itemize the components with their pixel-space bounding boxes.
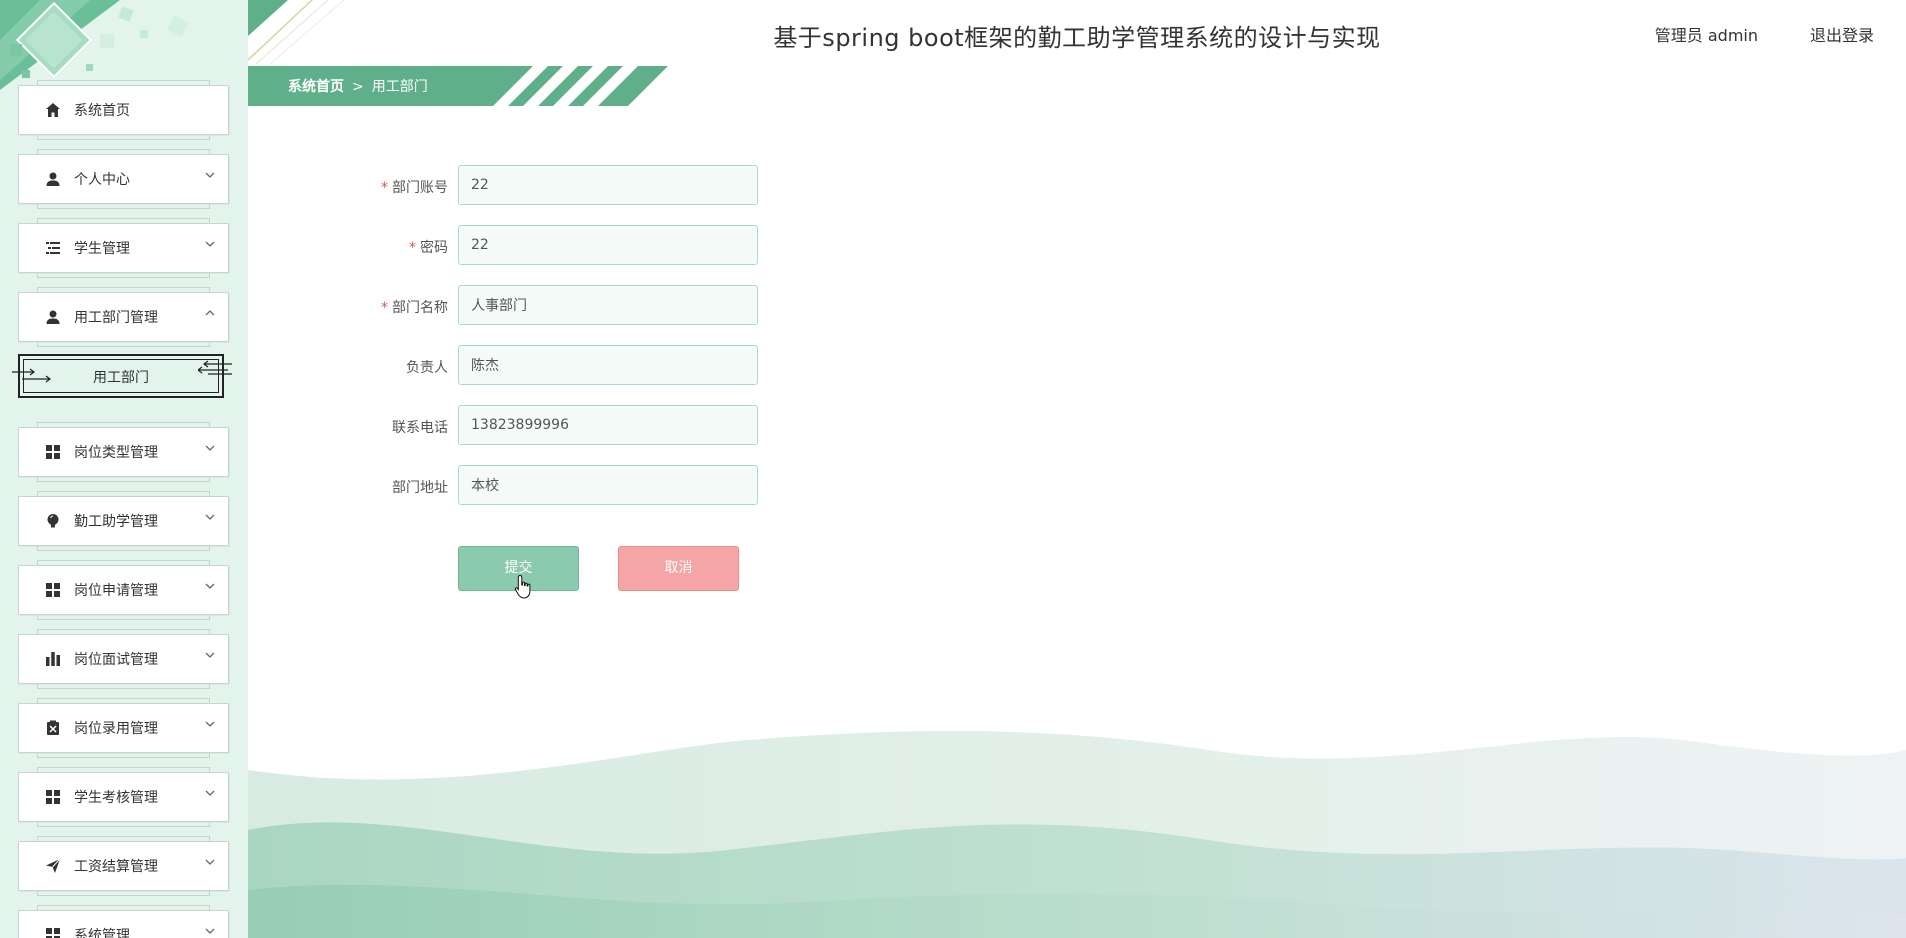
form-row-department-name: * 部门名称	[248, 285, 848, 327]
logout-link[interactable]: 退出登录	[1810, 22, 1874, 46]
clipboard-icon	[47, 720, 59, 735]
chevron-down-icon	[205, 241, 215, 247]
address-field[interactable]	[458, 465, 758, 505]
form-row-manager: 负责人	[248, 345, 848, 387]
form-row-password: * 密码	[248, 225, 848, 267]
sidebar-item-label: 个人中心	[74, 172, 130, 188]
field-label-text: 部门名称	[392, 300, 448, 316]
sidebar-item-hiring-management[interactable]: 岗位录用管理	[18, 698, 229, 758]
bulb-icon	[47, 514, 59, 528]
sidebar-item-label: 系统首页	[74, 103, 130, 119]
sidebar-item-label: 工资结算管理	[74, 859, 158, 875]
user-icon	[46, 310, 60, 324]
field-label-text: 部门账号	[392, 180, 448, 196]
sidebar-item-home[interactable]: 系统首页	[18, 80, 229, 140]
form-row-address: 部门地址	[248, 465, 848, 507]
sidebar-item-label: 岗位申请管理	[74, 583, 158, 599]
user-info: 管理员 admin	[1654, 26, 1758, 45]
form-row-account: * 部门账号	[248, 165, 848, 207]
sidebar-item-department-management[interactable]: 用工部门管理	[18, 287, 229, 347]
breadcrumb-home-link[interactable]: 系统首页	[288, 79, 344, 95]
chevron-down-icon	[205, 928, 215, 934]
required-mark: *	[381, 300, 388, 316]
sidebar-item-label: 岗位类型管理	[74, 445, 158, 461]
header: 基于spring boot框架的勤工助学管理系统的设计与实现 管理员 admin…	[248, 0, 1906, 64]
grid-icon	[46, 928, 60, 938]
home-icon	[46, 103, 60, 117]
field-label-text: 密码	[420, 240, 448, 256]
form-row-phone: 联系电话	[248, 405, 848, 447]
manager-field[interactable]	[458, 345, 758, 385]
chevron-up-icon	[205, 310, 215, 316]
sidebar-item-job-type-management[interactable]: 岗位类型管理	[18, 422, 229, 482]
sidebar-item-student-management[interactable]: 学生管理	[18, 218, 229, 278]
grid-icon	[46, 445, 60, 459]
field-label-account: * 部门账号	[381, 177, 448, 197]
hand-cursor-icon	[514, 574, 531, 599]
sidebar-item-label: 学生管理	[74, 241, 130, 257]
chevron-down-icon	[205, 172, 215, 178]
field-label-address: 部门地址	[392, 480, 448, 496]
chevron-down-icon	[205, 514, 215, 520]
cancel-button[interactable]: 取消	[618, 546, 739, 591]
wave-decoration	[248, 730, 1906, 938]
breadcrumb-separator: >	[352, 79, 364, 95]
sidebar-item-label: 岗位录用管理	[74, 721, 158, 737]
sidebar-item-label: 学生考核管理	[74, 790, 158, 806]
bar-chart-icon	[46, 652, 60, 666]
field-label-manager: 负责人	[406, 360, 448, 376]
password-field[interactable]	[458, 225, 758, 265]
required-mark: *	[409, 240, 416, 256]
sidebar: 系统首页 个人中心 学生管理 用工部门管理 用工部门 岗位类型管理 勤工助学管理	[0, 0, 248, 938]
sidebar-item-label: 用工部门管理	[74, 310, 158, 326]
list-icon	[46, 242, 60, 254]
grid-icon	[46, 583, 60, 597]
account-field[interactable]	[458, 165, 758, 205]
breadcrumb-text: 系统首页 > 用工部门	[288, 76, 428, 96]
sidebar-item-job-application-management[interactable]: 岗位申请管理	[18, 560, 229, 620]
sidebar-item-personal-center[interactable]: 个人中心	[18, 149, 229, 209]
field-label-phone: 联系电话	[392, 420, 448, 436]
chevron-down-icon	[205, 652, 215, 658]
sidebar-item-work-study-management[interactable]: 勤工助学管理	[18, 491, 229, 551]
breadcrumb: 系统首页 > 用工部门	[248, 66, 668, 106]
breadcrumb-current: 用工部门	[371, 79, 428, 95]
field-label-password: * 密码	[409, 237, 448, 257]
chevron-down-icon	[205, 859, 215, 865]
required-mark: *	[381, 180, 388, 196]
sidebar-item-assessment-management[interactable]: 学生考核管理	[18, 767, 229, 827]
sidebar-item-system-management[interactable]: 系统管理	[18, 905, 229, 938]
chevron-down-icon	[205, 583, 215, 589]
sidebar-item-label: 勤工助学管理	[74, 514, 158, 530]
sidebar-item-salary-management[interactable]: 工资结算管理	[18, 836, 229, 896]
sidebar-item-label: 岗位面试管理	[74, 652, 158, 668]
grid-icon	[46, 790, 60, 804]
arrow-left-icon	[198, 360, 232, 375]
department-name-field[interactable]	[458, 285, 758, 325]
sidebar-item-interview-management[interactable]: 岗位面试管理	[18, 629, 229, 689]
send-icon	[46, 858, 61, 873]
sidebar-item-label: 系统管理	[74, 928, 130, 938]
user-icon	[46, 172, 60, 186]
phone-field[interactable]	[458, 405, 758, 445]
chevron-down-icon	[205, 445, 215, 451]
chevron-down-icon	[205, 790, 215, 796]
chevron-down-icon	[205, 721, 215, 727]
submenu-item-label: 用工部门	[93, 370, 149, 386]
submenu-item-department[interactable]: 用工部门	[12, 354, 232, 398]
field-label-department-name: * 部门名称	[381, 297, 448, 317]
